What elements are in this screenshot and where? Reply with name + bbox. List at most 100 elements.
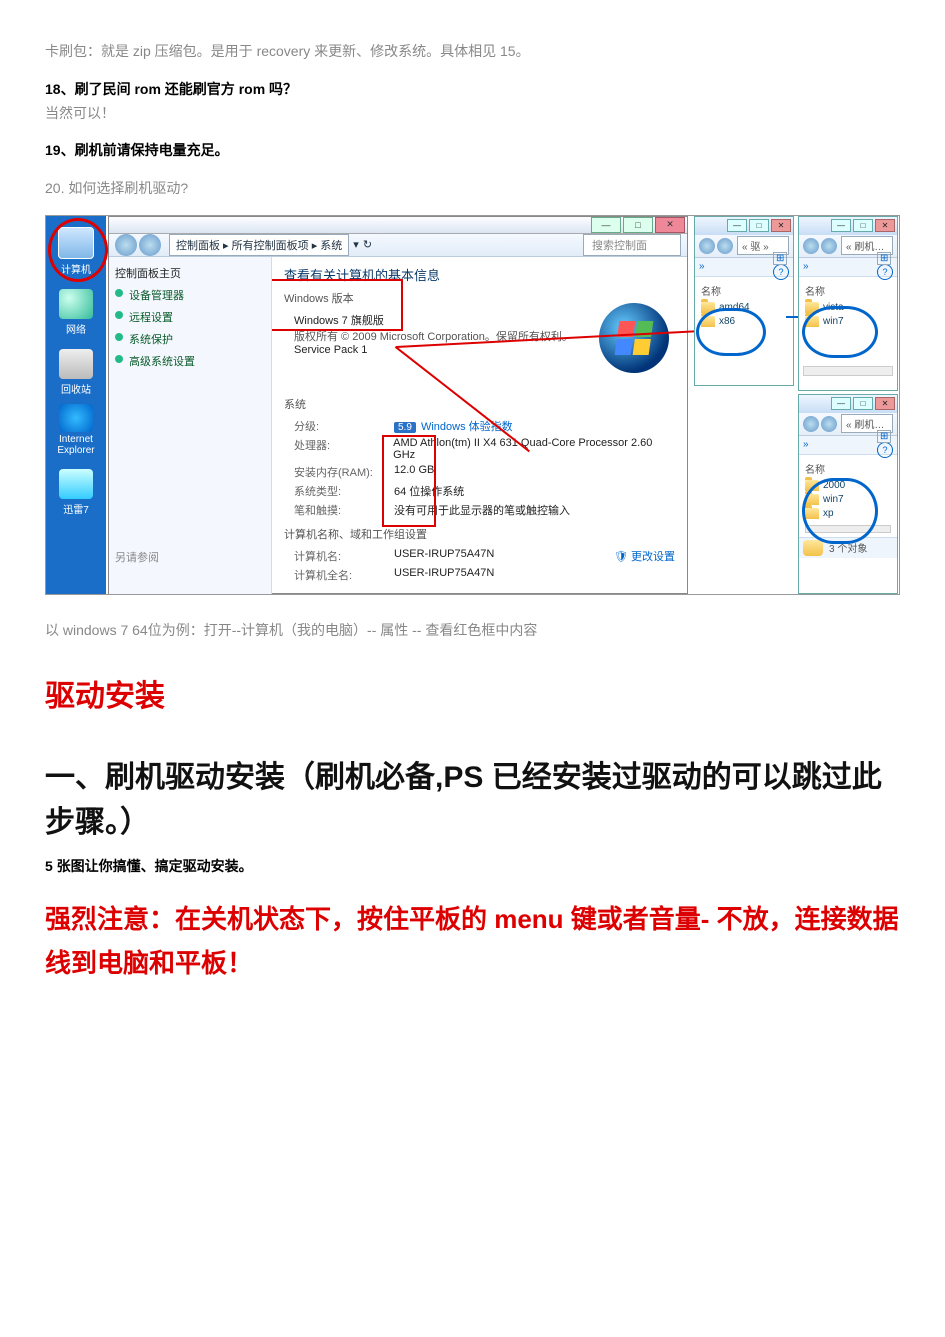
ex2-menu[interactable]: »: [803, 261, 809, 272]
system-header: 系统: [284, 396, 675, 412]
sidebar-link-advanced[interactable]: 高级系统设置: [115, 353, 265, 369]
pen-key: 笔和触摸:: [294, 502, 394, 518]
row-rating: 分级: 5.9 Windows 体验指数: [294, 418, 675, 434]
annotation-red-circle: [48, 218, 108, 282]
annotation-redbox-system: [382, 435, 436, 527]
help-icon[interactable]: ?: [877, 264, 893, 280]
main-pane: 查看有关计算机的基本信息 Windows 版本 Windows 7 旗舰版 版权…: [272, 257, 687, 594]
ex3-menu[interactable]: »: [803, 439, 809, 450]
ex3-fwd[interactable]: [821, 416, 837, 432]
q18: 18、刷了民间 rom 还能刷官方 rom 吗？ 当然可以！: [45, 78, 900, 126]
paragraph-5pics: 5 张图让你搞懂、搞定驱动安装。: [45, 855, 900, 879]
desktop-ie-icon[interactable]: Internet Explorer: [56, 404, 96, 456]
annotation-redbox-edition: [272, 279, 403, 331]
titlebar: — □ ✕: [109, 217, 687, 234]
ex2-titlebar: — □ ✕: [799, 217, 897, 235]
ex1-back[interactable]: [699, 238, 715, 254]
explorer-window-64bit: — □ ✕ « 刷机… » ⊞ ? 名称 vista win7: [798, 216, 898, 391]
sidebar-footer: 另请参阅: [115, 549, 265, 565]
ex2-scrollbar[interactable]: [803, 366, 893, 376]
ex3-max[interactable]: □: [853, 397, 873, 410]
close-button[interactable]: ✕: [655, 217, 685, 233]
ex3-min[interactable]: —: [831, 397, 851, 410]
warning-paragraph: 强烈注意：在关机状态下，按住平板的 menu 键或者音量- 不放，连接数据线到电…: [45, 897, 900, 985]
q19: 19、刷机前请保持电量充足。: [45, 139, 900, 163]
type-key: 系统类型:: [294, 483, 394, 499]
name-key: 计算机名:: [294, 548, 394, 564]
row-ram: 安装内存(RAM): 12.0 GB: [294, 464, 675, 480]
explorer-window-arch: — □ ✕ « 驱 » » ⊞ ? 名称 amd64 x86: [694, 216, 794, 386]
folder-icon: [803, 540, 823, 556]
network-icon: [59, 289, 93, 319]
annotation-blue-circle-32: [802, 478, 878, 544]
search-input[interactable]: 搜索控制面: [583, 234, 681, 256]
heading-section-1: 一、刷机驱动安装（刷机必备,PS 已经安装过驱动的可以跳过此步骤。）: [45, 755, 900, 845]
ex1-fwd[interactable]: [717, 238, 733, 254]
ex2-min[interactable]: —: [831, 219, 851, 232]
ex3-toolbar: » ⊞ ?: [799, 436, 897, 455]
maximize-button[interactable]: □: [623, 217, 653, 233]
recycle-icon: [59, 349, 93, 379]
name-value: USER-IRUP75A47N: [394, 548, 494, 564]
system-properties-window: — □ ✕ 控制面板 ▸ 所有控制面板项 ▸ 系统 ▾ ↻ 搜索控制面 控制面板…: [108, 216, 688, 594]
annotation-blue-circle-64: [802, 306, 878, 358]
row-type: 系统类型: 64 位操作系统: [294, 483, 675, 499]
ex1-menu[interactable]: »: [699, 261, 705, 272]
ie-icon: [59, 404, 93, 432]
ex3-back[interactable]: [803, 416, 819, 432]
ex1-toolbar: » ⊞ ?: [695, 258, 793, 277]
ex1-close[interactable]: ✕: [771, 219, 791, 232]
screenshot-composite: 计算机 网络 回收站 Internet Explorer 迅雷7 — □ ✕: [45, 215, 900, 595]
ex3-close[interactable]: ✕: [875, 397, 895, 410]
bc-1[interactable]: 所有控制面板项: [232, 240, 309, 252]
name-header: 计算机名称、域和工作组设置: [284, 526, 675, 542]
ex1-titlebar: — □ ✕: [695, 217, 793, 235]
desktop-xunlei-icon[interactable]: 迅雷7: [56, 464, 96, 516]
screenshot-caption: 以 windows 7 64位为例：打开--计算机（我的电脑）-- 属性 -- …: [45, 619, 900, 643]
ex3-col-header: 名称: [805, 461, 891, 476]
desktop-ie-label1: Internet: [59, 434, 93, 445]
bc-0[interactable]: 控制面板: [176, 240, 220, 252]
xunlei-icon: [59, 469, 93, 499]
breadcrumb[interactable]: 控制面板 ▸ 所有控制面板项 ▸ 系统: [169, 234, 349, 256]
rating-badge: 5.9: [394, 422, 416, 433]
desktop-network-label: 网络: [66, 321, 86, 336]
desktop-network-icon[interactable]: 网络: [56, 284, 96, 336]
ex3-titlebar: — □ ✕: [799, 395, 897, 413]
q20: 20. 如何选择刷机驱动?: [45, 177, 900, 201]
a18: 当然可以！: [45, 105, 115, 121]
sidebar-home[interactable]: 控制面板主页: [115, 265, 265, 281]
ex2-close[interactable]: ✕: [875, 219, 895, 232]
desktop-recycle-label: 回收站: [61, 381, 91, 396]
desktop-recycle-icon[interactable]: 回收站: [56, 344, 96, 396]
heading-driver-install: 驱动安装: [45, 671, 900, 715]
q18-title: 18、刷了民间 rom 还能刷官方 rom 吗？: [45, 81, 297, 97]
ex2-col-header: 名称: [805, 283, 891, 298]
ex1-min[interactable]: —: [727, 219, 747, 232]
ram-key: 安装内存(RAM):: [294, 464, 394, 480]
ex1-max[interactable]: □: [749, 219, 769, 232]
sidebar-link-remote[interactable]: 远程设置: [115, 309, 265, 325]
sidebar-link-device-mgr[interactable]: 设备管理器: [115, 287, 265, 303]
rating-key: 分级:: [294, 418, 394, 434]
help-icon[interactable]: ?: [773, 264, 789, 280]
ex2-back[interactable]: [803, 238, 819, 254]
sidebar-link-protect[interactable]: 系统保护: [115, 331, 265, 347]
windows-logo-icon: [599, 303, 669, 373]
bc-2[interactable]: 系统: [320, 240, 342, 252]
address-bar: 控制面板 ▸ 所有控制面板项 ▸ 系统 ▾ ↻ 搜索控制面: [109, 234, 687, 257]
ex2-fwd[interactable]: [821, 238, 837, 254]
help-icon[interactable]: ?: [877, 442, 893, 458]
ex2-toolbar: » ⊞ ?: [799, 258, 897, 277]
paragraph-zip: 卡刷包：就是 zip 压缩包。是用于 recovery 来更新、修改系统。具体相…: [45, 40, 900, 64]
desktop-xunlei-label: 迅雷7: [63, 501, 89, 516]
fullname-key: 计算机全名:: [294, 567, 394, 583]
change-settings-link[interactable]: 🛡 更改设置: [614, 548, 675, 564]
cpu-key: 处理器:: [294, 437, 393, 461]
ex2-max[interactable]: □: [853, 219, 873, 232]
row-name: 计算机名: USER-IRUP75A47N 🛡 更改设置: [294, 548, 675, 564]
nav-fwd-button[interactable]: [139, 234, 161, 256]
minimize-button[interactable]: —: [591, 217, 621, 233]
ex1-col-header: 名称: [701, 283, 787, 298]
nav-back-button[interactable]: [115, 234, 137, 256]
